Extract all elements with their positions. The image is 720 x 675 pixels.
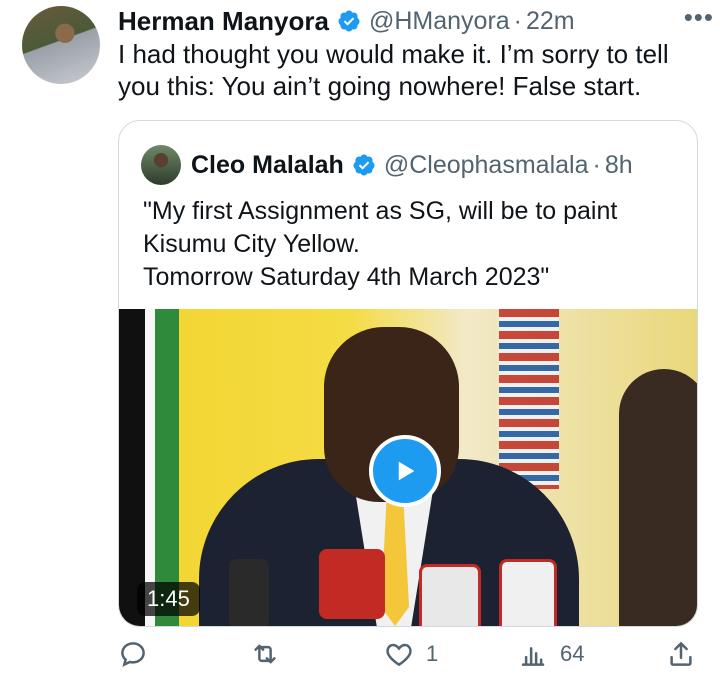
- timestamp[interactable]: 22m: [526, 7, 575, 36]
- flag-stripe: [155, 309, 179, 626]
- tweet-header: Herman Manyora @HManyora · 22m: [118, 4, 700, 38]
- share-button[interactable]: [666, 638, 696, 670]
- views-button[interactable]: 64: [518, 638, 584, 670]
- play-icon: [398, 461, 415, 481]
- reply-button[interactable]: [118, 638, 160, 670]
- quoted-author-name[interactable]: Cleo Malalah: [191, 151, 344, 180]
- quoted-timestamp[interactable]: 8h: [605, 151, 633, 180]
- reply-icon: [121, 642, 145, 667]
- author-name[interactable]: Herman Manyora: [118, 6, 329, 37]
- more-dots-icon[interactable]: •••: [684, 2, 714, 33]
- microphone: [319, 549, 385, 619]
- separator: ·: [513, 6, 522, 35]
- tweet-text: I had thought you would make it. I’m sor…: [118, 39, 669, 101]
- quoted-author-handle[interactable]: @Cleophasmalala: [384, 151, 589, 180]
- microphone: [229, 559, 269, 626]
- play-button[interactable]: [369, 435, 441, 507]
- verified-badge-icon: [338, 10, 360, 32]
- share-icon: [670, 642, 692, 666]
- avatar[interactable]: [22, 6, 100, 84]
- views-icon: [521, 647, 545, 666]
- video-duration: 1:45: [137, 582, 200, 616]
- background-person: [619, 369, 697, 626]
- author-handle[interactable]: @HManyora: [369, 7, 510, 36]
- flag-stripe: [119, 309, 145, 626]
- quoted-avatar[interactable]: [141, 145, 181, 185]
- retweet-icon: [254, 644, 276, 664]
- quoted-tweet-header: Cleo Malalah @Cleophasmalala · 8h: [141, 145, 687, 185]
- like-count: 1: [426, 641, 439, 666]
- quoted-tweet[interactable]: Cleo Malalah @Cleophasmalala · 8h "My fi…: [118, 120, 698, 627]
- video-player[interactable]: 1:45: [119, 309, 697, 626]
- microphone: [419, 564, 481, 626]
- flag-stripe: [145, 309, 155, 626]
- heart-icon: [386, 643, 412, 667]
- microphone: [499, 559, 557, 626]
- views-count: 64: [560, 641, 585, 666]
- retweet-button[interactable]: [250, 638, 292, 670]
- verified-badge-icon: [353, 154, 375, 176]
- separator: ·: [592, 150, 601, 179]
- tweet-actions: 1 64: [118, 638, 698, 670]
- beaded-necklace: [499, 309, 559, 489]
- quoted-tweet-text: "My first Assignment as SG, will be to p…: [143, 197, 618, 291]
- like-button[interactable]: 1: [384, 638, 438, 670]
